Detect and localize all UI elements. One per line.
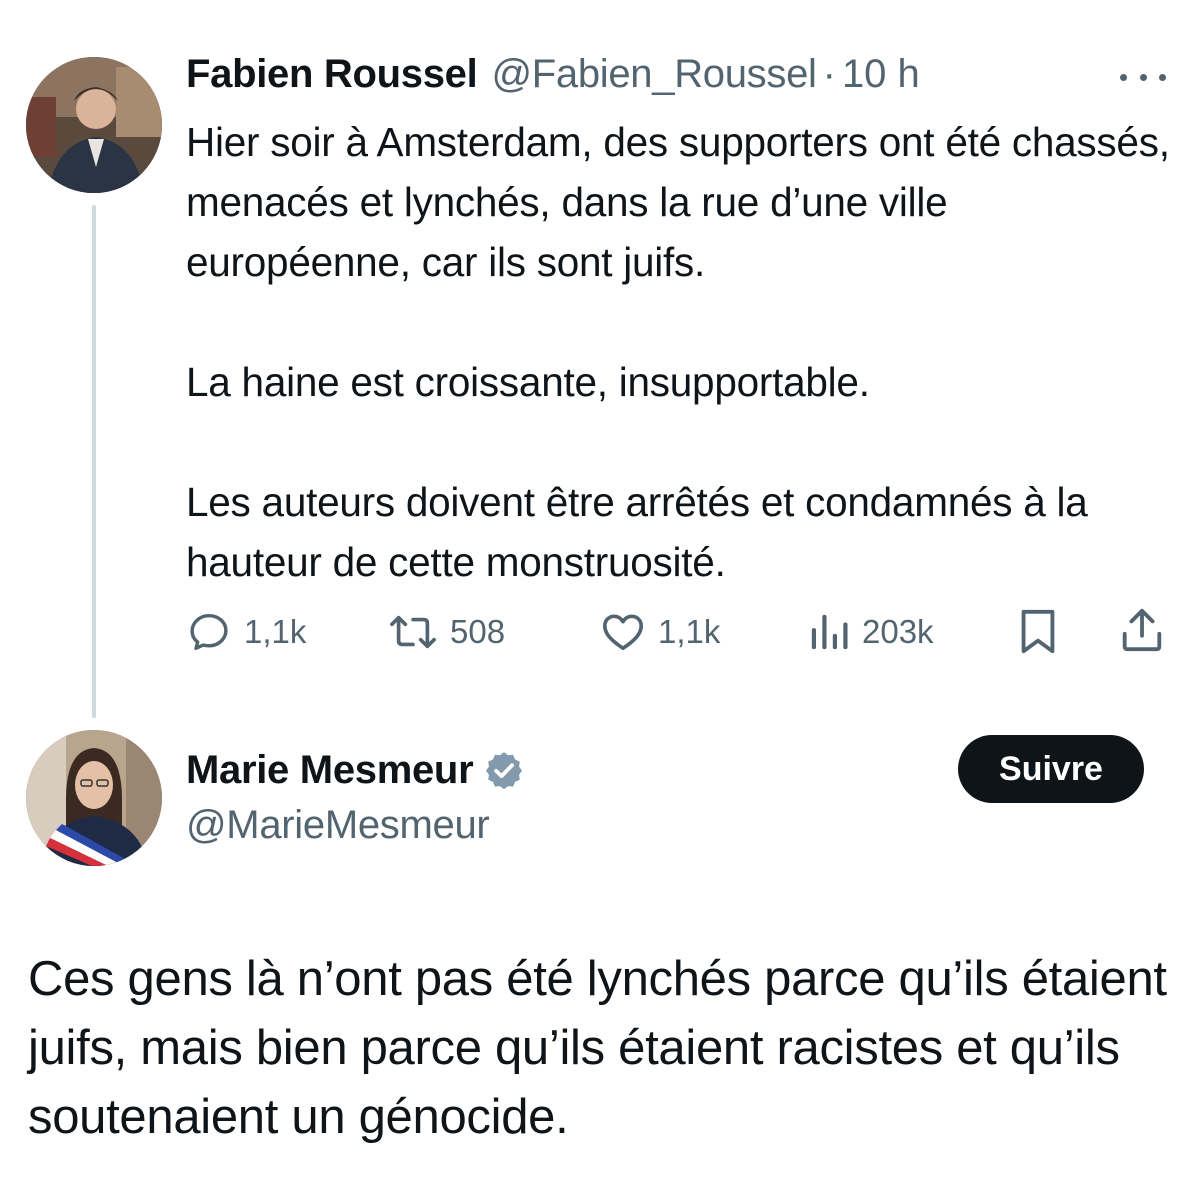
reply-bubble-icon <box>190 613 228 651</box>
follow-button[interactable]: Suivre <box>958 735 1144 803</box>
bookmark-button[interactable] <box>1016 607 1060 657</box>
author-handle[interactable]: @Fabien_Roussel <box>491 52 816 97</box>
tweet-timestamp[interactable]: 10 h <box>842 52 920 97</box>
thread-connector-line <box>92 205 96 718</box>
tweet-paragraph: La haine est croissante, insupportable. <box>186 359 870 405</box>
views-button[interactable]: 203k <box>808 607 934 657</box>
more-horizontal-icon[interactable] <box>1120 62 1166 92</box>
tweet-body: Hier soir à Amsterdam, des supporters on… <box>186 112 1176 592</box>
views-count: 203k <box>862 613 934 650</box>
avatar-photo <box>26 57 162 193</box>
tweet-body: Ces gens là n’ont pas été lynchés parce … <box>28 952 1167 1144</box>
reply-count: 1,1k <box>244 613 307 650</box>
tweet-header: Fabien Roussel @Fabien_Roussel · 10 h <box>186 52 920 102</box>
avatar-photo <box>26 730 162 866</box>
bookmark-icon <box>1021 609 1055 654</box>
share-button[interactable] <box>1118 605 1166 655</box>
verified-badge-icon[interactable] <box>483 749 525 791</box>
like-button[interactable]: 1,1k <box>600 607 720 657</box>
heart-icon <box>602 614 644 651</box>
repost-button[interactable]: 508 <box>388 607 505 657</box>
like-count: 1,1k <box>658 613 721 650</box>
repost-arrows-icon <box>390 615 436 649</box>
share-upload-icon <box>1122 608 1162 652</box>
repost-count: 508 <box>450 613 506 650</box>
author-name[interactable]: Marie Mesmeur <box>186 748 474 793</box>
reply-button[interactable]: 1,1k <box>186 607 306 657</box>
tweet-header: Marie Mesmeur <box>186 745 525 795</box>
author-avatar-marie-mesmeur[interactable] <box>26 730 162 866</box>
author-avatar-fabien-roussel[interactable] <box>26 57 162 193</box>
header-separator: · <box>822 52 836 96</box>
tweet-paragraph: Hier soir à Amsterdam, des supporters on… <box>186 119 1170 285</box>
author-handle[interactable]: @MarieMesmeur <box>186 803 490 848</box>
views-bar-chart-icon <box>811 614 848 650</box>
tweet-paragraph: Les auteurs doivent être arrêtés et cond… <box>186 479 1088 585</box>
author-name[interactable]: Fabien Roussel <box>186 52 478 97</box>
